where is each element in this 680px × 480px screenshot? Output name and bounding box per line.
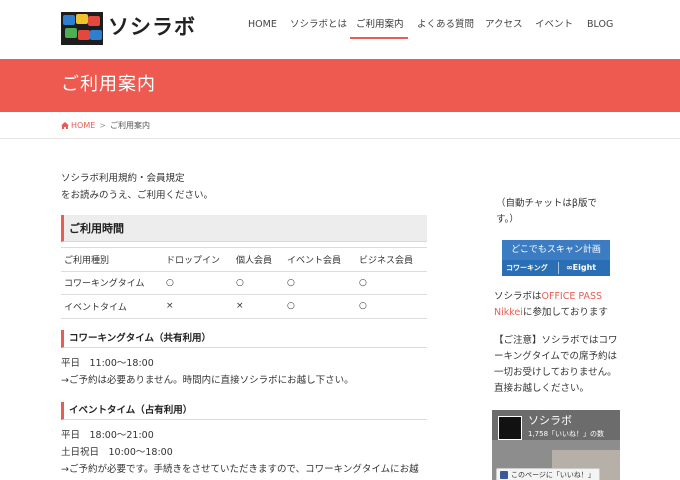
active-nav-indicator [350, 37, 408, 39]
nav-item-about[interactable]: ソシラボとは [290, 18, 347, 32]
logo-image[interactable] [61, 12, 103, 45]
usage-table: ご利用種別 ドロップイン 個人会員 イベント会員 ビジネス会員 コワーキングタイ… [61, 247, 427, 319]
table-header-row: ご利用種別 ドロップイン 個人会員 イベント会員 ビジネス会員 [61, 247, 427, 271]
breadcrumb-separator: > [99, 121, 106, 130]
nav-item-access[interactable]: アクセス [485, 18, 523, 32]
table-cell: × [233, 294, 284, 319]
officepass-link[interactable]: OFFICE PASS [542, 291, 603, 302]
chat-note-line2: す。） [496, 214, 519, 225]
table-cell: ○ [233, 270, 284, 295]
fb-page-name[interactable]: ソシラボ [528, 414, 572, 428]
scan-banner-right: ∞Eight [566, 263, 597, 272]
breadcrumb-home[interactable]: HOME [61, 121, 95, 130]
home-icon [61, 122, 69, 129]
coworking-heading: コワーキングタイム（共有利用） [61, 330, 427, 348]
coworking-note: →ご予約は必要ありません。時間内に直接ソシラボにお越し下さい。 [61, 375, 354, 386]
scan-campaign-banner[interactable]: どこでもスキャン計画 コワーキング ∞Eight [502, 240, 610, 276]
scan-banner-left: コワーキング [506, 264, 548, 272]
table-cell: ○ [284, 294, 356, 319]
event-note: →ご予約が必要です。手続きをさせていただきますので、コワーキングタイムにお越 [61, 464, 419, 475]
table-row: コワーキングタイム ○ ○ ○ ○ [61, 270, 427, 295]
table-header: イベント会員 [284, 247, 356, 271]
facebook-icon [500, 471, 508, 479]
officepass-line2: Nikkeiに参加しております [494, 305, 608, 320]
officepass-line1: ソシラボはOFFICE PASS [494, 289, 602, 304]
terms-note: をお読みのうえ、ご利用ください。 [61, 190, 214, 201]
officepass-prefix: ソシラボは [494, 291, 542, 302]
officepass-suffix: に参加しております [522, 307, 608, 318]
nav-item-blog[interactable]: BLOG [587, 18, 613, 32]
table-header: ドロップイン [163, 247, 233, 271]
facebook-page-plugin[interactable]: ソシラボ 1,758「いいね！」の数 このページに「いいね！」 [492, 410, 620, 480]
nav-item-event[interactable]: イベント [535, 18, 573, 32]
fb-like-button[interactable]: このページに「いいね！」 [496, 468, 600, 480]
breadcrumb-divider [0, 138, 680, 139]
event-heading: イベントタイム（占有利用） [61, 402, 427, 420]
event-heading-text: イベントタイム（占有利用） [69, 405, 193, 416]
breadcrumb: HOME > ご利用案内 [61, 120, 150, 132]
notice-line: 直接お越しください。 [494, 383, 590, 394]
page-title: ご利用案内 [61, 74, 156, 95]
fb-avatar[interactable] [498, 416, 522, 440]
coworking-heading-text: コワーキングタイム（共有利用） [69, 333, 212, 344]
fb-like-count: 1,758「いいね！」の数 [528, 430, 605, 438]
chat-note-line1: （自動チャットはβ版で [496, 198, 597, 209]
table-row: イベントタイム × × ○ ○ [61, 294, 427, 319]
table-cell: イベントタイム [61, 294, 163, 319]
scan-banner-title: どこでもスキャン計画 [502, 240, 610, 260]
page-banner: ご利用案内 [0, 59, 680, 112]
coworking-hours: 平日 11:00〜18:00 [61, 358, 154, 369]
event-weekend-hours: 土日祝日 10:00〜18:00 [61, 447, 173, 458]
nav-item-home[interactable]: HOME [248, 18, 277, 32]
site-header: ソシラボ HOME ソシラボとは ご利用案内 よくある質問 アクセス イベント … [0, 0, 680, 58]
terms-link[interactable]: ソシラボ利用規約・会員規定 [61, 172, 185, 186]
table-header: ビジネス会員 [356, 247, 427, 271]
nav-item-guide[interactable]: ご利用案内 [356, 18, 404, 32]
nav-item-faq[interactable]: よくある質問 [417, 18, 474, 32]
nikkei-link[interactable]: Nikkei [494, 307, 523, 318]
table-cell: ○ [356, 270, 427, 295]
notice-line: 【ご注意】ソシラボではコワ [494, 335, 618, 346]
table-cell: コワーキングタイム [61, 270, 163, 295]
logo-text[interactable]: ソシラボ [108, 13, 196, 41]
hours-heading: ご利用時間 [61, 215, 427, 242]
breadcrumb-home-label[interactable]: HOME [71, 121, 95, 130]
fb-like-button-label: このページに「いいね！」 [511, 471, 595, 479]
notice-line: ーキングタイムでの席予約は [494, 351, 618, 362]
table-cell: ○ [284, 270, 356, 295]
hours-heading-text: ご利用時間 [69, 222, 124, 235]
breadcrumb-current: ご利用案内 [109, 121, 150, 130]
table-cell: ○ [356, 294, 427, 319]
table-cell: ○ [163, 270, 233, 295]
event-weekday-hours: 平日 18:00〜21:00 [61, 430, 154, 441]
notice-line: 一切お受けしておりません。 [494, 367, 617, 378]
table-header: ご利用種別 [61, 247, 163, 271]
table-cell: × [163, 294, 233, 319]
table-header: 個人会員 [233, 247, 284, 271]
scan-banner-divider [558, 262, 559, 274]
